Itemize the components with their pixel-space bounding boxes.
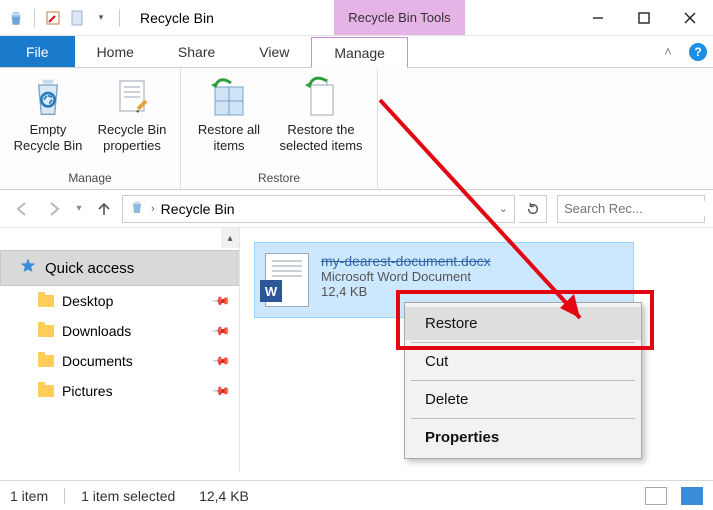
folder-icon: [38, 355, 54, 367]
ribbon-collapse-button[interactable]: ˄: [653, 36, 683, 67]
button-label: Restore all items: [189, 122, 269, 155]
restore-all-items-button[interactable]: Restore all items: [187, 72, 271, 169]
tab-manage[interactable]: Manage: [311, 37, 408, 68]
restore-selected-icon: [300, 76, 342, 118]
forward-button[interactable]: [40, 195, 68, 223]
pin-icon: 📌: [211, 381, 231, 401]
tab-file[interactable]: File: [0, 36, 75, 67]
chevron-down-icon[interactable]: ⌄: [499, 202, 508, 215]
ribbon-group-label: Manage: [0, 169, 180, 189]
tab-home[interactable]: Home: [75, 36, 156, 67]
navigation-pane: ▴ Quick access Desktop 📌 Downloads 📌 Docum…: [0, 228, 240, 472]
details-view-button[interactable]: [645, 487, 667, 505]
close-button[interactable]: [667, 0, 713, 35]
contextual-tab-label: Recycle Bin Tools: [334, 0, 464, 35]
context-menu-restore[interactable]: Restore: [405, 307, 641, 340]
ribbon-tabs: File Home Share View Manage ˄ ?: [0, 36, 713, 68]
restore-all-icon: [208, 76, 250, 118]
recycle-bin-icon: [27, 76, 69, 118]
address-segment[interactable]: Recycle Bin: [161, 201, 235, 217]
status-bar: 1 item 1 item selected 12,4 KB: [0, 480, 713, 510]
tab-view[interactable]: View: [237, 36, 311, 67]
minimize-button[interactable]: [575, 0, 621, 35]
sidebar-item-downloads[interactable]: Downloads 📌: [0, 316, 239, 346]
file-name: my-dearest-document.docx: [321, 253, 491, 269]
word-document-icon: W: [265, 253, 309, 307]
sidebar-item-desktop[interactable]: Desktop 📌: [0, 286, 239, 316]
sidebar-item-documents[interactable]: Documents 📌: [0, 346, 239, 376]
chevron-right-icon: ›: [151, 203, 155, 215]
status-selection-size: 12,4 KB: [199, 488, 249, 504]
qat-dropdown-icon[interactable]: ▾: [91, 8, 111, 28]
folder-icon: [38, 295, 54, 307]
large-icons-view-button[interactable]: [681, 487, 703, 505]
recycle-bin-icon: [129, 199, 145, 218]
search-box[interactable]: [557, 195, 705, 223]
navigation-bar: ▾ › Recycle Bin ⌄: [0, 190, 713, 228]
back-button[interactable]: [8, 195, 36, 223]
title-bar: ▾ Recycle Bin Recycle Bin Tools: [0, 0, 713, 36]
sidebar-item-pictures[interactable]: Pictures 📌: [0, 376, 239, 406]
sidebar-item-label: Downloads: [62, 323, 131, 339]
qat-properties-icon[interactable]: [43, 8, 63, 28]
status-selected-count: 1 item selected: [81, 488, 175, 504]
scroll-up-button[interactable]: ▴: [221, 228, 239, 248]
window-title: Recycle Bin: [130, 10, 224, 26]
pin-icon: 📌: [211, 291, 231, 311]
search-input[interactable]: [564, 201, 713, 216]
sidebar-item-label: Documents: [62, 353, 133, 369]
context-menu: Restore Cut Delete Properties: [404, 302, 642, 459]
up-button[interactable]: [90, 195, 118, 223]
context-menu-properties[interactable]: Properties: [405, 421, 641, 454]
refresh-button[interactable]: [519, 195, 547, 223]
status-item-count: 1 item: [10, 488, 48, 504]
address-bar[interactable]: › Recycle Bin ⌄: [122, 195, 515, 223]
file-size: 12,4 KB: [321, 284, 491, 299]
ribbon-group-label: Restore: [181, 169, 377, 189]
folder-icon: [38, 325, 54, 337]
restore-selected-items-button[interactable]: Restore the selected items: [271, 72, 371, 169]
sidebar-item-label: Pictures: [62, 383, 113, 399]
context-menu-delete[interactable]: Delete: [405, 383, 641, 416]
folder-icon: [38, 385, 54, 397]
properties-icon: [111, 76, 153, 118]
quick-access-label: Quick access: [45, 260, 134, 277]
sidebar-item-label: Desktop: [62, 293, 113, 309]
context-menu-cut[interactable]: Cut: [405, 345, 641, 378]
maximize-button[interactable]: [621, 0, 667, 35]
qat-item-icon[interactable]: [67, 8, 87, 28]
pin-icon: 📌: [211, 321, 231, 341]
tab-share[interactable]: Share: [156, 36, 237, 67]
pin-icon: 📌: [211, 351, 231, 371]
recycle-bin-icon: [6, 8, 26, 28]
button-label: Recycle Bin properties: [92, 122, 172, 155]
star-icon: [19, 257, 37, 279]
empty-recycle-bin-button[interactable]: Empty Recycle Bin: [6, 72, 90, 169]
recent-locations-button[interactable]: ▾: [72, 195, 86, 223]
button-label: Empty Recycle Bin: [8, 122, 88, 155]
recycle-bin-properties-button[interactable]: Recycle Bin properties: [90, 72, 174, 169]
file-type: Microsoft Word Document: [321, 269, 491, 284]
ribbon: Empty Recycle Bin Recycle Bin properties…: [0, 68, 713, 190]
button-label: Restore the selected items: [273, 122, 369, 155]
help-button[interactable]: ?: [683, 36, 713, 67]
quick-access-header[interactable]: Quick access: [0, 250, 239, 286]
